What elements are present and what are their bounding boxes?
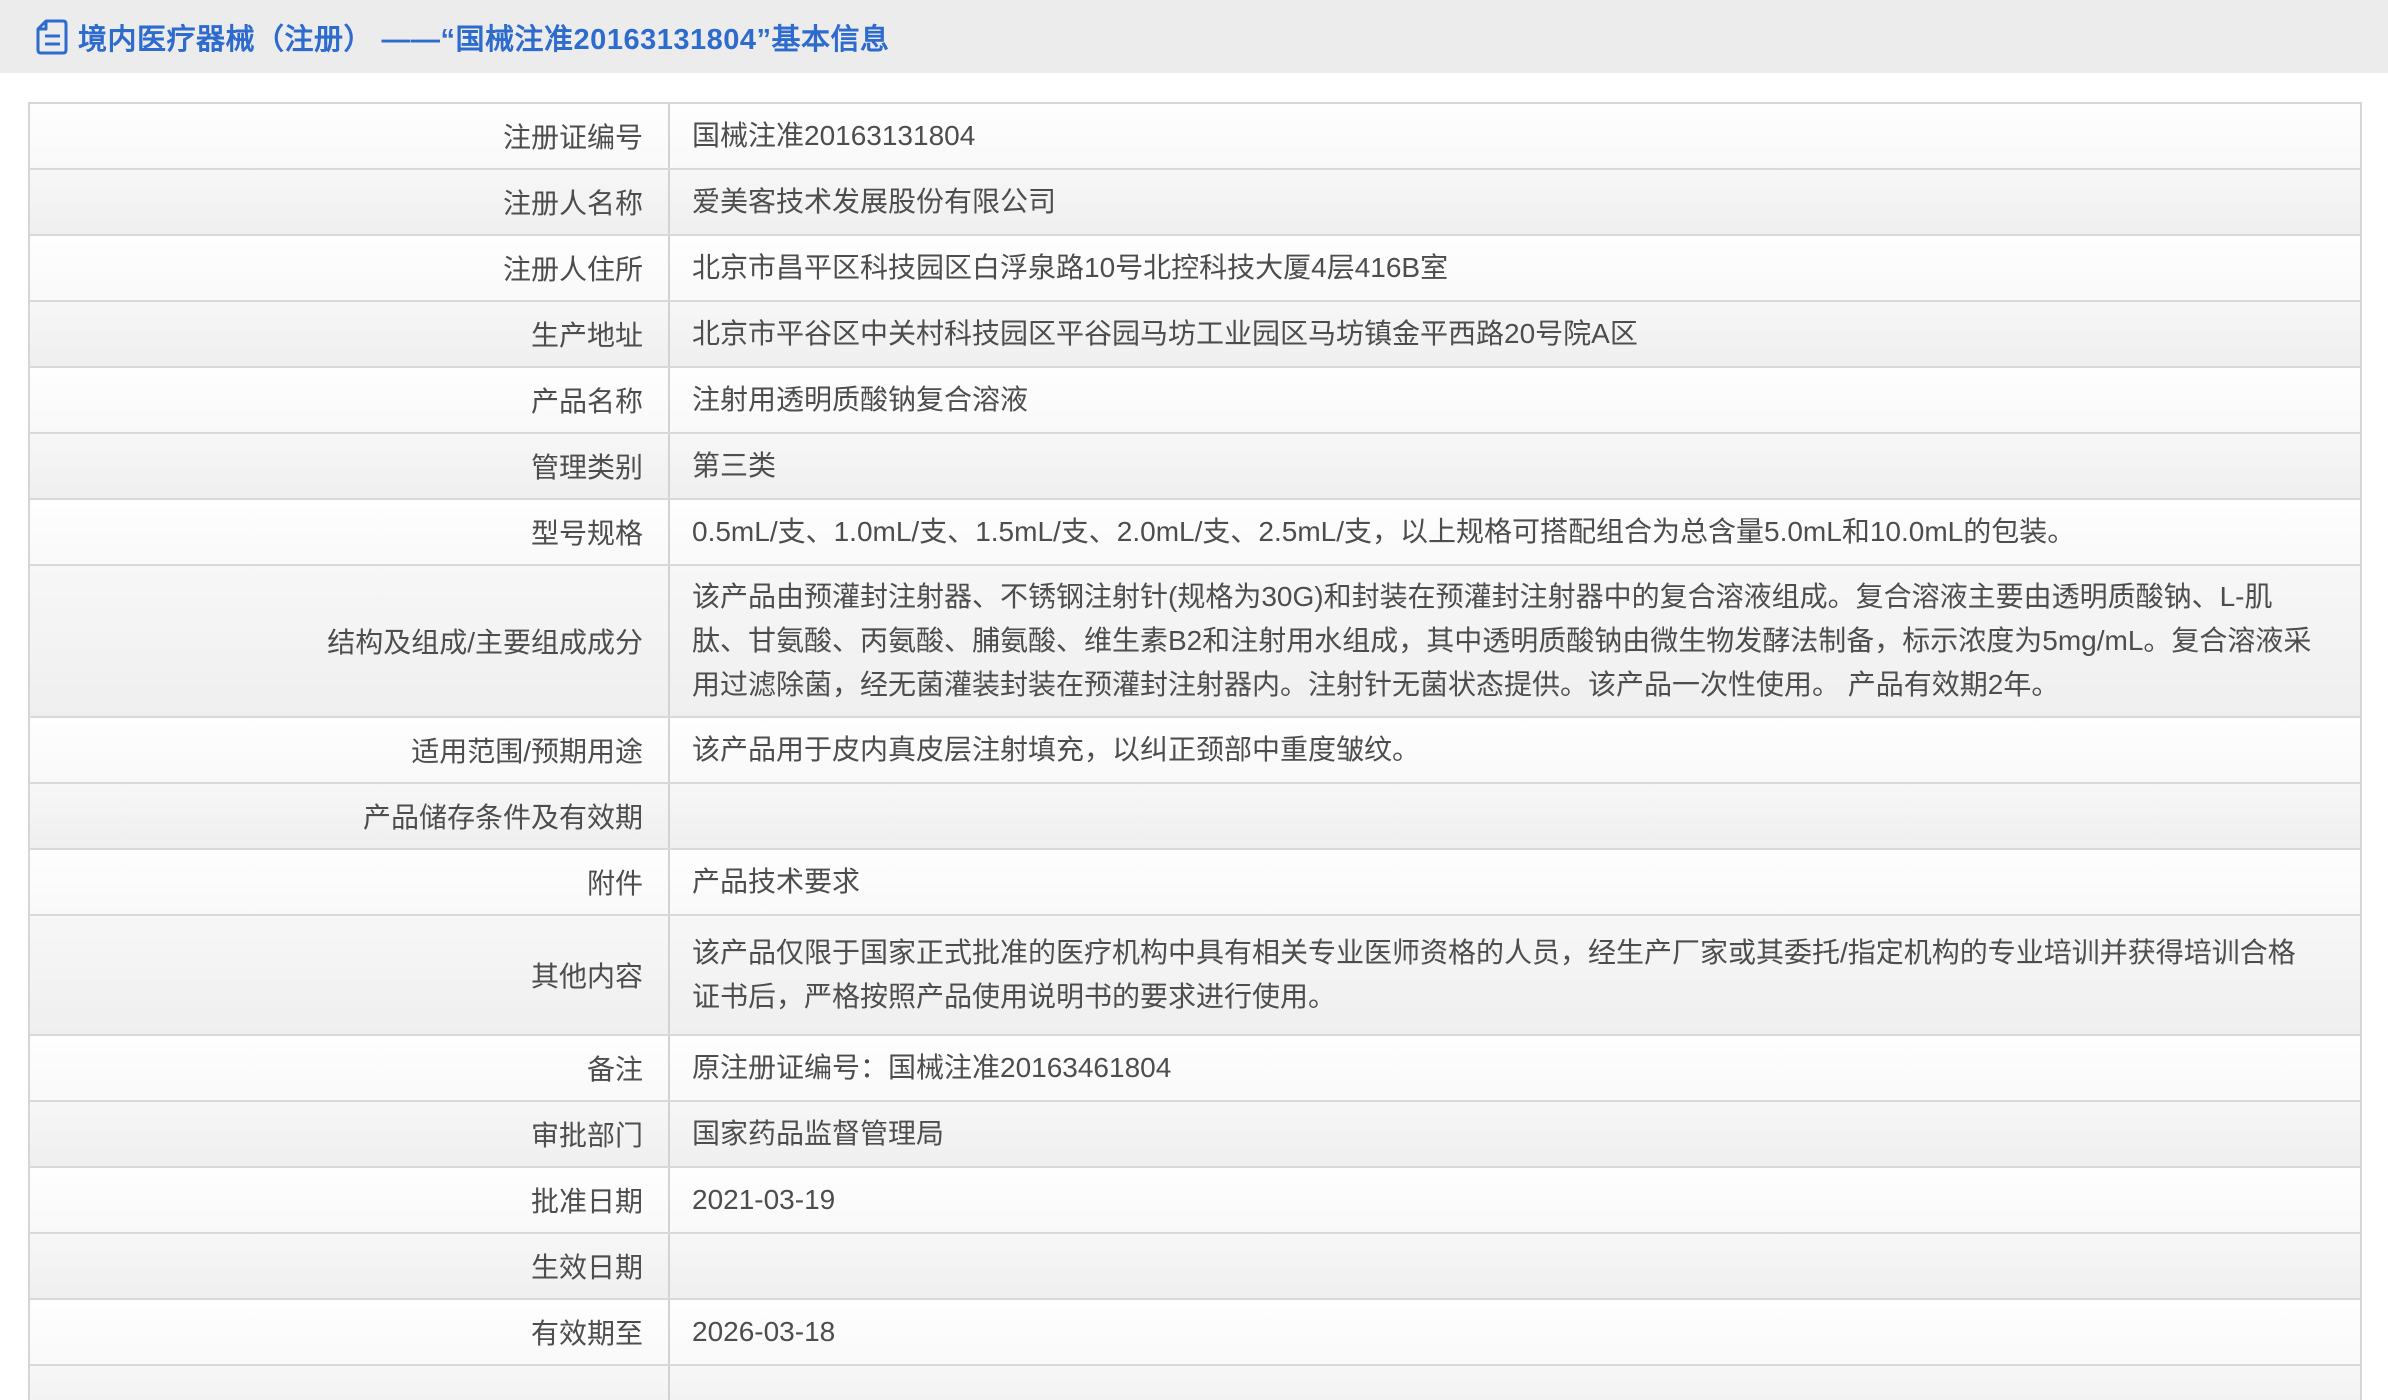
- table-row: 生产地址 北京市平谷区中关村科技园区平谷园马坊工业园区马坊镇金平西路20号院A区: [30, 302, 2360, 368]
- row-value: 产品技术要求: [670, 850, 2360, 914]
- table-row: 注册证编号 国械注准20163131804: [30, 104, 2360, 170]
- row-label: 批准日期: [30, 1168, 670, 1232]
- row-label: 审批部门: [30, 1102, 670, 1166]
- row-value: 原注册证编号：国械注准20163461804: [670, 1036, 2360, 1100]
- table-row: 管理类别 第三类: [30, 434, 2360, 500]
- row-value: 北京市昌平区科技园区白浮泉路10号北控科技大厦4层416B室: [670, 236, 2360, 300]
- row-label: 附件: [30, 850, 670, 914]
- row-value: 0.5mL/支、1.0mL/支、1.5mL/支、2.0mL/支、2.5mL/支，…: [670, 500, 2360, 564]
- row-value: 国家药品监督管理局: [670, 1102, 2360, 1166]
- table-row: 结构及组成/主要组成成分 该产品由预灌封注射器、不锈钢注射针(规格为30G)和封…: [30, 566, 2360, 718]
- row-label: 注册证编号: [30, 104, 670, 168]
- row-value: 第三类: [670, 434, 2360, 498]
- row-label: 结构及组成/主要组成成分: [30, 566, 670, 716]
- table-row: 有效期至 2026-03-18: [30, 1300, 2360, 1366]
- row-label: 生效日期: [30, 1234, 670, 1298]
- row-label: 产品名称: [30, 368, 670, 432]
- row-label: 产品储存条件及有效期: [30, 784, 670, 848]
- row-value: 注射用透明质酸钠复合溶液: [670, 368, 2360, 432]
- row-label: 适用范围/预期用途: [30, 718, 670, 782]
- table-row: 生效日期: [30, 1234, 2360, 1300]
- row-label: [30, 1366, 670, 1400]
- table-row: 产品名称 注射用透明质酸钠复合溶液: [30, 368, 2360, 434]
- row-value: 该产品由预灌封注射器、不锈钢注射针(规格为30G)和封装在预灌封注射器中的复合溶…: [670, 566, 2360, 716]
- row-value: 该产品仅限于国家正式批准的医疗机构中具有相关专业医师资格的人员，经生产厂家或其委…: [670, 916, 2360, 1034]
- table-row: 审批部门 国家药品监督管理局: [30, 1102, 2360, 1168]
- table-row: [30, 1366, 2360, 1400]
- page-title: 境内医疗器械（注册） ——“国械注准20163131804”基本信息: [78, 16, 889, 58]
- table-row: 附件 产品技术要求: [30, 850, 2360, 916]
- row-label: 备注: [30, 1036, 670, 1100]
- table-row: 型号规格 0.5mL/支、1.0mL/支、1.5mL/支、2.0mL/支、2.5…: [30, 500, 2360, 566]
- table-row: 注册人名称 爱美客技术发展股份有限公司: [30, 170, 2360, 236]
- registration-info-table: 注册证编号 国械注准20163131804 注册人名称 爱美客技术发展股份有限公…: [28, 102, 2362, 1400]
- row-label: 注册人名称: [30, 170, 670, 234]
- row-value: 2021-03-19: [670, 1168, 2360, 1232]
- row-value: 2026-03-18: [670, 1300, 2360, 1364]
- table-row: 其他内容 该产品仅限于国家正式批准的医疗机构中具有相关专业医师资格的人员，经生产…: [30, 916, 2360, 1036]
- table-row: 备注 原注册证编号：国械注准20163461804: [30, 1036, 2360, 1102]
- row-label: 有效期至: [30, 1300, 670, 1364]
- row-label: 型号规格: [30, 500, 670, 564]
- row-label: 管理类别: [30, 434, 670, 498]
- table-row: 适用范围/预期用途 该产品用于皮内真皮层注射填充，以纠正颈部中重度皱纹。: [30, 718, 2360, 784]
- row-value: [670, 1234, 2360, 1298]
- row-value: 北京市平谷区中关村科技园区平谷园马坊工业园区马坊镇金平西路20号院A区: [670, 302, 2360, 366]
- table-row: 注册人住所 北京市昌平区科技园区白浮泉路10号北控科技大厦4层416B室: [30, 236, 2360, 302]
- row-value: 该产品用于皮内真皮层注射填充，以纠正颈部中重度皱纹。: [670, 718, 2360, 782]
- row-label: 生产地址: [30, 302, 670, 366]
- row-label: 注册人住所: [30, 236, 670, 300]
- row-value: 爱美客技术发展股份有限公司: [670, 170, 2360, 234]
- row-value: [670, 1366, 2360, 1400]
- row-value: [670, 784, 2360, 848]
- table-row: 批准日期 2021-03-19: [30, 1168, 2360, 1234]
- page: 境内医疗器械（注册） ——“国械注准20163131804”基本信息 注册证编号…: [0, 0, 2388, 1400]
- document-icon: [36, 19, 68, 55]
- row-value: 国械注准20163131804: [670, 104, 2360, 168]
- row-label: 其他内容: [30, 916, 670, 1034]
- table-row: 产品储存条件及有效期: [30, 784, 2360, 850]
- page-header: 境内医疗器械（注册） ——“国械注准20163131804”基本信息: [0, 0, 2388, 73]
